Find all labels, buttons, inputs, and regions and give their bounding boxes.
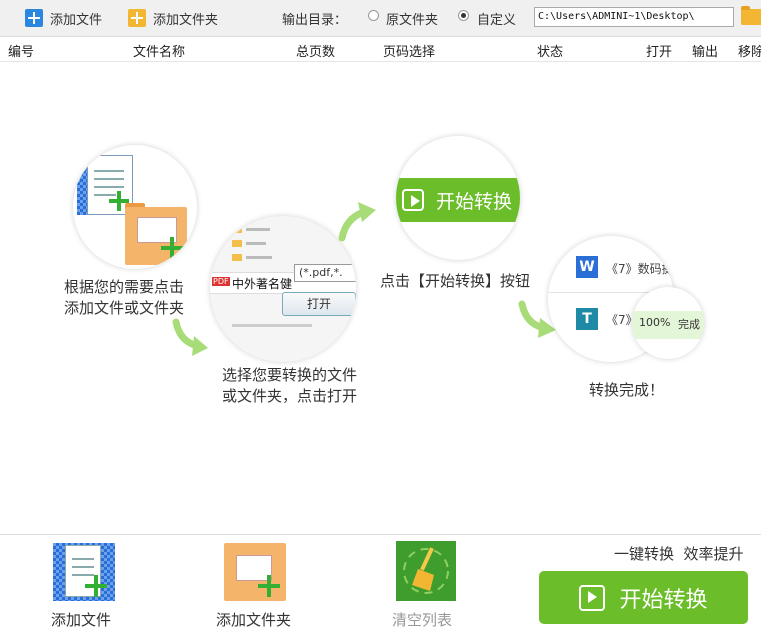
play-icon	[579, 584, 606, 611]
col-status: 状态	[537, 45, 564, 60]
col-filename: 文件名称	[133, 45, 186, 60]
step3-button-label: 开始转换	[436, 190, 513, 213]
step4-progress-bubble: 100% 完成	[632, 287, 704, 359]
step1-caption: 根据您的需要点击 添加文件或文件夹	[64, 277, 184, 319]
add-folder-big-button[interactable]	[224, 541, 286, 603]
add-file-big-button[interactable]	[53, 541, 115, 603]
txt-icon: T	[576, 308, 598, 330]
radio-original-label: 原文件夹	[386, 13, 439, 28]
step2-filename: 中外著名健	[232, 277, 293, 291]
step2-caption-line1: 选择您要转换的文件	[222, 366, 358, 384]
step2-open-button: 打开	[282, 292, 356, 316]
col-pages: 总页数	[296, 45, 336, 60]
output-path-input[interactable]: C:\Users\ADMINI~1\Desktop\	[534, 7, 734, 27]
clear-list-button[interactable]	[396, 541, 456, 601]
step4-item1: 《7》数码摄	[606, 262, 674, 276]
output-dir-label: 输出目录：	[282, 13, 348, 28]
step4-done: 完成	[678, 318, 700, 331]
arrow-2-icon	[338, 202, 376, 242]
blur-line	[232, 324, 312, 327]
plus-icon	[85, 575, 107, 597]
file-list-header: 编号 文件名称 总页数 页码选择 状态 打开 输出 移除	[0, 37, 761, 62]
toolbar: 添加文件 添加文件夹 输出目录： 原文件夹 自定义 C:\Users\ADMIN…	[0, 0, 761, 37]
start-convert-button[interactable]: 开始转换	[539, 571, 748, 624]
play-icon	[402, 189, 424, 211]
step4-progress: 100%	[639, 316, 671, 329]
add-file-icon	[25, 9, 43, 27]
radio-custom-folder[interactable]	[458, 10, 469, 21]
broom-icon	[403, 547, 449, 594]
col-remove: 移除	[738, 45, 761, 60]
step2-filter-box: (*.pdf,*.	[294, 264, 356, 282]
word-icon: W	[576, 256, 598, 278]
step1-caption-line2: 添加文件或文件夹	[64, 299, 185, 317]
step2-illustration: PDF 中外著名健 (*.pdf,*. 打开	[210, 216, 356, 362]
step3-illustration: 开始转换	[396, 136, 520, 260]
step2-caption-line2: 或文件夹，点击打开	[222, 387, 358, 405]
radio-custom-label: 自定义	[477, 13, 517, 28]
col-page-select: 页码选择	[383, 45, 436, 60]
col-output: 输出	[692, 45, 719, 60]
col-index: 编号	[8, 45, 35, 60]
step4-caption: 转换完成！	[589, 381, 665, 399]
add-folder-icon	[128, 9, 146, 27]
slogan-text: 一键转换 效率提升	[614, 545, 744, 563]
col-open: 打开	[646, 45, 673, 60]
step3-start-button: 开始转换	[396, 178, 520, 222]
radio-original-folder[interactable]	[368, 10, 379, 21]
plus-icon	[258, 575, 280, 597]
arrow-1-icon	[172, 318, 208, 356]
add-file-label: 添加文件	[50, 12, 103, 28]
step2-caption: 选择您要转换的文件 或文件夹，点击打开	[222, 365, 357, 407]
add-file-button[interactable]: 添加文件	[25, 6, 102, 30]
step1-caption-line1: 根据您的需要点击	[64, 278, 185, 296]
step1-illustration	[73, 145, 197, 269]
browse-folder-icon[interactable]	[741, 6, 761, 25]
add-folder-button[interactable]: 添加文件夹	[128, 6, 218, 30]
plus-icon	[161, 237, 183, 259]
bottom-bar: 添加文件 添加文件夹 清空列表 一键转换 效率提升 开始转换	[0, 534, 761, 629]
start-convert-label: 开始转换	[619, 587, 708, 613]
pdf-icon: PDF	[212, 277, 230, 286]
add-folder-label: 添加文件夹	[153, 12, 219, 28]
step3-caption: 点击【开始转换】按钮	[380, 272, 531, 290]
folder-tree	[232, 226, 292, 266]
